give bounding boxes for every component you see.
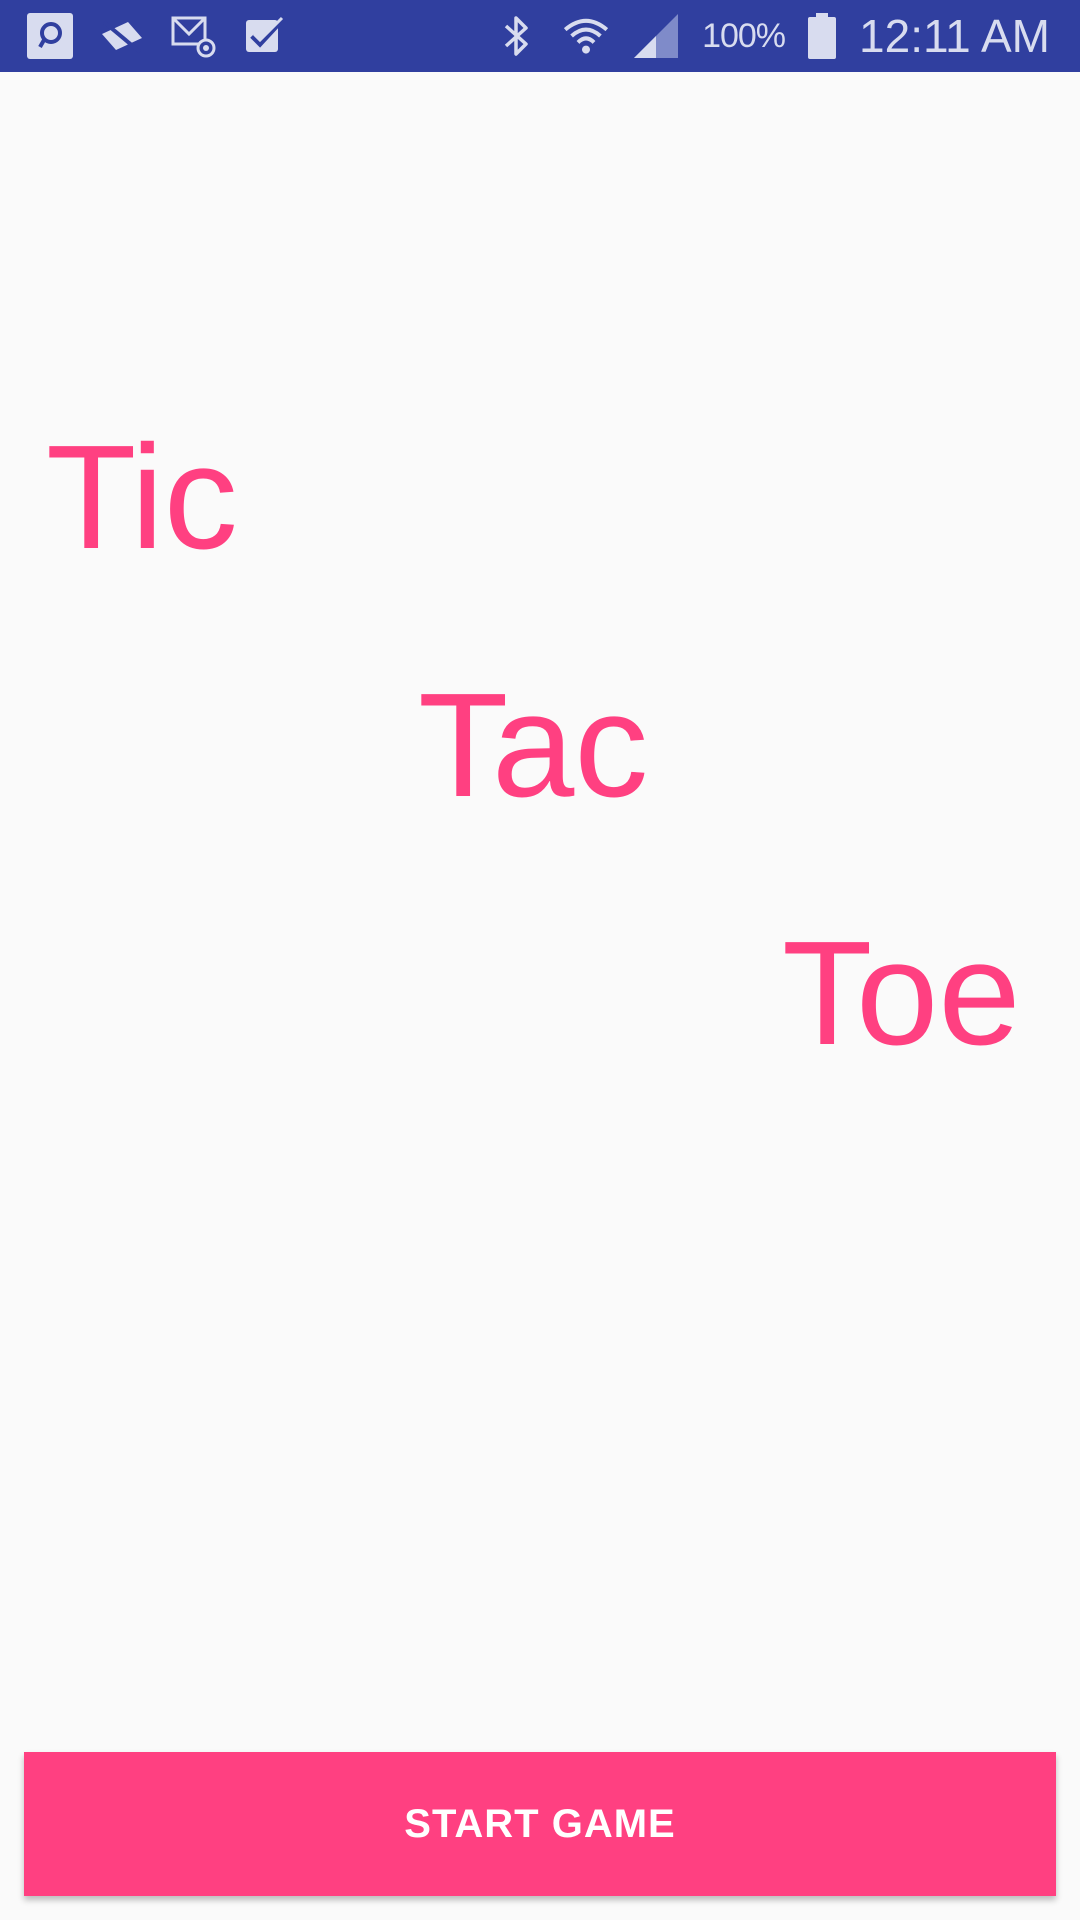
title-word-tac: Tac	[418, 663, 649, 828]
battery-icon	[807, 12, 837, 60]
no-sim-icon	[98, 12, 146, 60]
chat-app-icon	[26, 12, 74, 60]
email-icon	[170, 12, 218, 60]
wifi-icon	[562, 12, 610, 60]
notification-icons	[26, 12, 290, 60]
title-word-toe: Toe	[782, 911, 1021, 1076]
status-bar: 100% 12:11 AM	[0, 0, 1080, 72]
title-word-tic: Tic	[46, 415, 238, 580]
signal-icon	[632, 12, 680, 60]
clock: 12:11 AM	[859, 10, 1050, 62]
battery-percent: 100%	[702, 16, 786, 55]
start-game-button[interactable]: START GAME	[24, 1752, 1056, 1896]
screen: 100% 12:11 AM Tic Tac Toe START GAME	[0, 0, 1080, 1920]
bluetooth-icon	[492, 12, 540, 60]
system-icons: 100% 12:11 AM	[492, 0, 1050, 72]
tasks-check-icon	[242, 12, 290, 60]
